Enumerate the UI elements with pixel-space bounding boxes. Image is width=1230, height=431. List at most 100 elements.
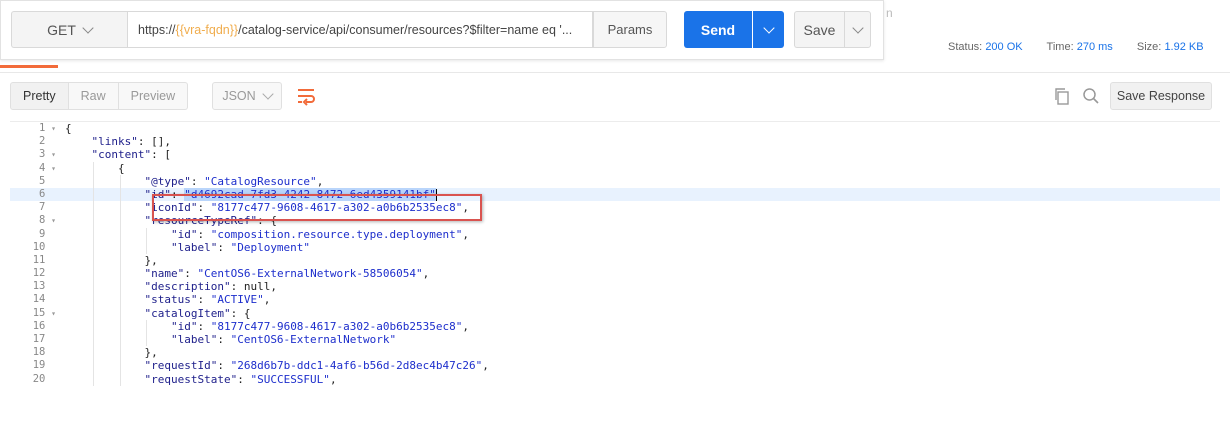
code-text: "resourceTypeRef": { [144,214,277,228]
params-button[interactable]: Params [593,11,667,48]
size-value: 1.92 KB [1164,41,1204,53]
code-line: 14 "status": "ACTIVE", [10,293,1220,307]
code-line: 5 "@type": "CatalogResource", [10,174,1220,188]
code-text: "label": "CentOS6-ExternalNetwork" [170,333,397,346]
chevron-down-icon [851,21,864,34]
format-select[interactable]: JSON [212,82,282,110]
fold-arrow-icon: ▾ [46,150,56,160]
format-label: JSON [222,89,256,103]
tab-pretty[interactable]: Pretty [10,82,69,110]
url-prefix: https:// [138,22,176,37]
line-number: 8 ▾ [39,214,56,227]
status-label: Status: [948,41,983,53]
code-text: "requestId": "268d6b7b-ddc1-4af6-b56d-2d… [144,359,489,373]
line-number: 1 ▾ [39,122,56,134]
code-line: 17 "label": "CentOS6-ExternalNetwork" [10,333,1220,347]
fold-arrow-icon: ▾ [46,163,56,173]
line-number: 11 [32,253,46,266]
code-line: 19 "requestId": "268d6b7b-ddc1-4af6-b56d… [10,359,1220,373]
code-text: "id": "8177c477-9608-4617-a302-a0b6b2535… [170,319,470,333]
line-number: 9 [39,227,46,240]
line-number: 10 [32,240,46,253]
code-text: "catalogItem": { [144,306,251,320]
code-text: "status": "ACTIVE", [144,293,271,307]
line-number: 5 [39,174,46,187]
wrap-lines-icon[interactable] [294,84,318,108]
request-bar: GET https://{{vra-fqdn}}/catalog-service… [0,0,884,60]
code-lines: 1 ▾{2 "links": [], 3 ▾ "content": [4 ▾ {5… [10,122,1220,386]
send-options-button[interactable] [753,11,784,48]
code-text: { [65,161,125,175]
code-text: "label": "Deployment" [170,240,311,254]
line-number: 19 [32,359,46,372]
line-number: 7 [39,201,46,214]
background-text: n [886,6,893,20]
line-number: 20 [32,372,46,385]
line-number: 13 [32,280,46,293]
line-number: 16 [32,319,46,332]
method-select[interactable]: GET [11,11,127,48]
code-line: 4 ▾ { [10,161,1220,175]
url-variable: {{vra-fqdn}} [175,22,239,37]
code-text: }, [65,346,158,360]
copy-icon[interactable] [1052,86,1072,106]
code-line: 7 "iconId": "8177c477-9608-4617-a302-a0b… [10,201,1220,215]
save-response-button[interactable]: Save Response [1110,82,1212,110]
fold-arrow-icon: ▾ [46,308,56,318]
code-line: 15 ▾ "catalogItem": { [10,306,1220,320]
code-text: "id": "composition.resource.type.deploym… [170,227,470,241]
time-value: 270 ms [1076,41,1113,53]
line-number: 14 [32,293,46,306]
status-value: 200 OK [985,41,1023,53]
code-text: "id": "d4692cad-7fd3-4242-8472-6ed435914… [144,187,437,201]
send-button[interactable]: Send [684,11,752,48]
fold-arrow-icon: ▾ [46,124,56,133]
code-line: 20 "requestState": "SUCCESSFUL", [10,372,1220,386]
line-number: 18 [32,346,46,359]
active-tab-indicator [0,65,58,68]
divider [0,72,1230,73]
save-options-button[interactable] [844,11,871,48]
code-line: 10 "label": "Deployment" [10,240,1220,254]
response-body-editor[interactable]: 1 ▾{2 "links": [], 3 ▾ "content": [4 ▾ {5… [10,121,1220,431]
tab-raw[interactable]: Raw [68,82,119,110]
code-text: "description": null, [144,280,277,294]
code-text: "content": [ [91,148,171,162]
code-text: "requestState": "SUCCESSFUL", [144,372,337,386]
time-label: Time: [1046,41,1074,53]
code-line: 3 ▾ "content": [ [10,148,1220,161]
line-number: 12 [32,267,46,280]
code-line: 9 "id": "composition.resource.type.deplo… [10,227,1220,241]
code-text: "iconId": "8177c477-9608-4617-a302-a0b6b… [144,201,470,215]
code-text: { [65,122,72,135]
url-input[interactable]: https://{{vra-fqdn}}/catalog-service/api… [127,11,593,48]
code-text: "name": "CentOS6-ExternalNetwork-5850605… [144,267,430,281]
code-line: 6 "id": "d4692cad-7fd3-4242-8472-6ed4359… [10,187,1220,202]
chevron-down-icon [82,21,94,34]
text-cursor [435,188,437,201]
view-tabs: Pretty Raw Preview [10,82,189,110]
fold-arrow-icon: ▾ [46,216,56,226]
search-icon[interactable] [1081,86,1101,106]
code-line: 13 "description": null, [10,280,1220,294]
url-path: /catalog-service/api/consumer/resources?… [238,22,573,37]
line-number: 3 ▾ [39,148,56,161]
code-line: 2 "links": [], [10,135,1220,148]
code-text: }, [65,253,158,267]
line-number: 4 ▾ [39,161,56,174]
tab-preview[interactable]: Preview [118,82,189,110]
save-button[interactable]: Save [794,11,844,48]
code-line: 16 "id": "8177c477-9608-4617-a302-a0b6b2… [10,319,1220,333]
code-text: "links": [], [91,135,171,149]
code-line: 1 ▾ { [10,122,1220,135]
line-number: 2 [39,135,46,148]
code-line: 8 ▾ "resourceTypeRef": { [10,214,1220,228]
chevron-down-icon [762,21,775,34]
size-label: Size: [1136,41,1162,53]
line-number: 15 ▾ [32,306,56,319]
line-number: 6 [39,187,46,200]
chevron-down-icon [262,88,274,100]
code-line: 18 }, [10,346,1220,360]
code-text: "@type": "CatalogResource", [144,174,324,188]
code-line: 12 "name": "CentOS6-ExternalNetwork-5850… [10,267,1220,281]
